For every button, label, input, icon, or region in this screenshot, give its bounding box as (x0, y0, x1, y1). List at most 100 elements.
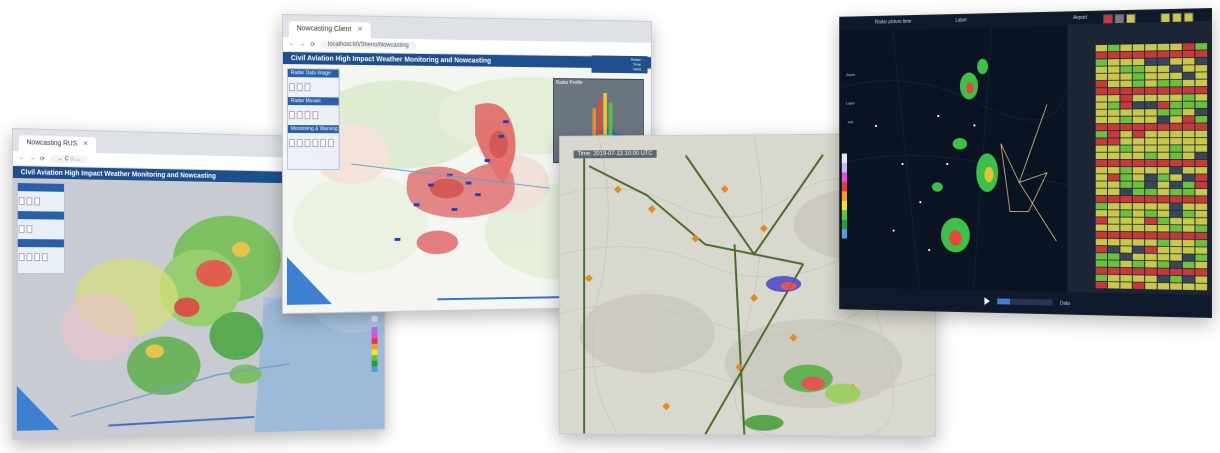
layer-control-panel[interactable] (17, 182, 65, 274)
status-cell (1133, 109, 1144, 116)
browser-tab[interactable]: Nowcasting Client ✕ (289, 21, 371, 38)
status-cell (1195, 101, 1207, 108)
layer-chip[interactable] (27, 253, 33, 261)
layer-chip[interactable] (19, 253, 25, 261)
layer-chip[interactable] (19, 197, 25, 205)
info-tool[interactable]: Info (844, 119, 858, 124)
url-text[interactable]: → C ⌂ ... (50, 155, 88, 164)
status-cell (1183, 138, 1195, 145)
status-cell (1120, 124, 1131, 130)
status-cell (1158, 160, 1170, 166)
layer-chip[interactable] (289, 139, 295, 147)
status-cell (1195, 182, 1207, 189)
status-cell (1096, 124, 1107, 130)
status-cell (1096, 52, 1107, 59)
status-cell (1120, 232, 1131, 239)
status-cell (1183, 167, 1195, 173)
status-cell (1108, 160, 1119, 166)
status-cell (1133, 203, 1144, 210)
status-cell (1145, 87, 1157, 94)
status-cell (1183, 240, 1195, 247)
status-cell (1195, 153, 1207, 160)
status-cell (1195, 138, 1207, 145)
status-cell (1158, 196, 1170, 203)
status-cell (1170, 138, 1182, 145)
status-cell (1145, 203, 1157, 210)
status-cell (1158, 239, 1170, 246)
layer-chip[interactable] (297, 139, 303, 147)
status-cell (1195, 233, 1207, 240)
layer-chip[interactable] (27, 225, 33, 233)
status-cell (1158, 58, 1170, 65)
status-cell (1096, 253, 1107, 260)
layer-chip[interactable] (289, 83, 295, 91)
status-cell (1133, 160, 1144, 166)
status-cell (1108, 153, 1119, 159)
status-cell (1108, 253, 1119, 260)
layer-chip[interactable] (19, 225, 25, 233)
panel-header-radar-image: Radar Data Image (288, 69, 339, 78)
reload-icon[interactable]: ⟳ (40, 155, 45, 162)
status-cell (1195, 254, 1207, 261)
layer-chip[interactable] (312, 111, 318, 119)
status-cell (1158, 167, 1170, 173)
status-cell (1145, 95, 1157, 102)
layer-chip[interactable] (320, 139, 326, 147)
status-cell (1133, 138, 1144, 144)
status-cell (1108, 52, 1119, 59)
airport-status-grid[interactable] (1068, 21, 1211, 295)
back-icon[interactable]: ← (19, 155, 25, 161)
status-cell (1170, 240, 1182, 247)
timeline-slider[interactable] (997, 298, 1052, 305)
layer-chip[interactable] (305, 111, 311, 119)
status-cell (1170, 145, 1182, 151)
status-cell (1120, 268, 1131, 275)
status-cell (1145, 239, 1157, 246)
status-cell (1120, 210, 1131, 217)
layer-chip[interactable] (34, 253, 40, 261)
status-cell (1158, 283, 1170, 290)
status-cell (1108, 203, 1119, 209)
back-icon[interactable]: ← (289, 41, 295, 47)
status-cell (1108, 174, 1119, 180)
browser-tab[interactable]: Nowcasting RUS ✕ (19, 135, 96, 153)
layer-tool[interactable]: Layer (844, 101, 858, 106)
status-cell (1108, 217, 1119, 224)
url-text[interactable]: localhost:80/Sheno/Nowcasting (320, 41, 416, 50)
status-cell (1108, 225, 1119, 232)
layer-chip[interactable] (305, 139, 311, 147)
layer-chip[interactable] (27, 197, 33, 205)
layer-chip[interactable] (328, 139, 334, 147)
reload-icon[interactable]: ⟳ (310, 41, 315, 48)
dark-radar-map[interactable] (840, 26, 1067, 292)
zoom-tool[interactable]: Zoom (844, 72, 858, 77)
status-cell (1096, 239, 1107, 246)
layer-chip[interactable] (297, 111, 303, 119)
status-cell (1170, 73, 1182, 80)
layer-chip[interactable] (42, 253, 48, 261)
close-icon[interactable]: ✕ (357, 22, 363, 38)
status-cell (1108, 109, 1119, 115)
close-icon[interactable]: ✕ (83, 137, 89, 153)
status-cell (1133, 239, 1144, 246)
layer-chip[interactable] (289, 111, 295, 119)
play-icon[interactable] (984, 297, 989, 305)
layer-chip[interactable] (305, 83, 311, 91)
layer-chip[interactable] (312, 139, 318, 147)
status-cell (1195, 167, 1207, 174)
status-cell (1096, 74, 1107, 81)
status-cell (1108, 59, 1119, 66)
status-cell (1120, 109, 1131, 116)
status-cell (1183, 225, 1195, 232)
status-cell (1195, 203, 1207, 210)
status-cell (1133, 116, 1144, 123)
status-cell (1145, 196, 1157, 203)
forward-icon[interactable]: → (29, 155, 35, 161)
layer-control-panel[interactable]: Radar Data Image Radar Mosaic Monitoring… (287, 68, 340, 170)
layer-chip[interactable] (297, 83, 303, 91)
status-cell (1195, 58, 1207, 65)
forward-icon[interactable]: → (300, 41, 306, 47)
airport-tab[interactable]: Airport (1073, 15, 1087, 21)
layer-chip[interactable] (34, 197, 40, 205)
status-cell (1195, 131, 1207, 138)
